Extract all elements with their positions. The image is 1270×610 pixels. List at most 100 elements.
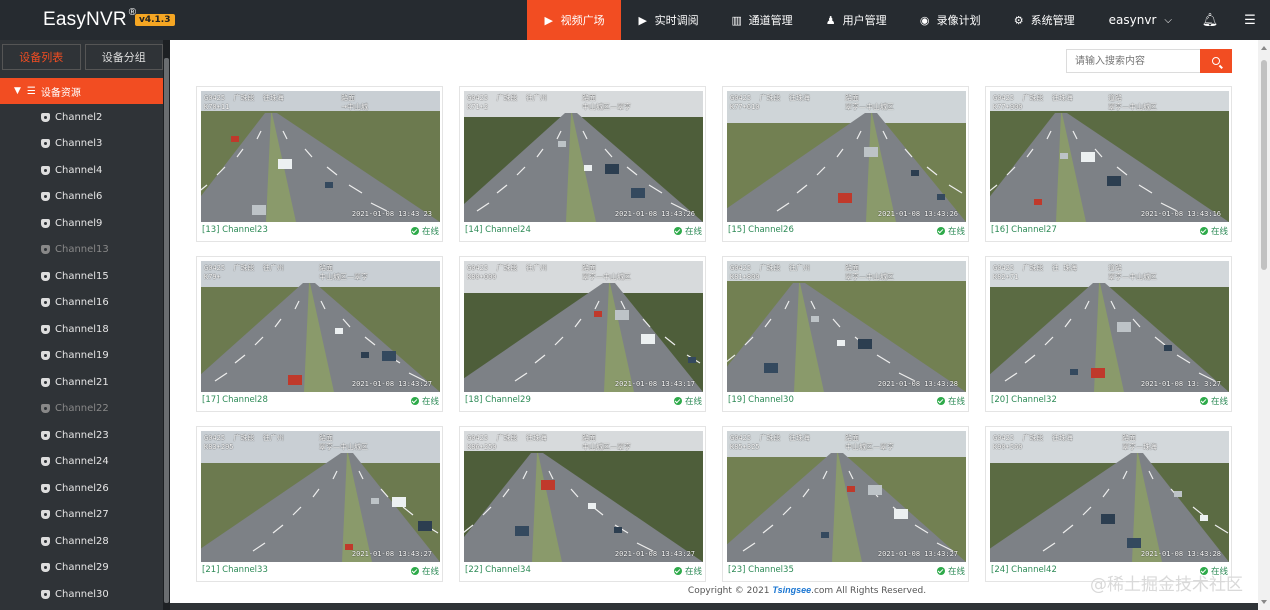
channel-card[interactable]: G0425 广珠段 往珠海 K77+610 路面 翠亨—中山城区 2021-01-0… [722,86,969,242]
channel-card[interactable]: G0425 广珠段 往珠海 K90+560 路面 翠亨—珠海 2021-01-08 … [985,426,1232,582]
nav-channel-mgmt[interactable]: ▥ 通道管理 [715,0,809,40]
video-thumbnail[interactable]: G0425 广珠段 往广州 K79+ 路面 中山城区—翠亨 2021-01-08 1… [201,261,440,392]
main-scrollbar[interactable] [1258,40,1270,610]
camera-id-overlay: G0425 广珠段 往珠海 K85+325 [730,434,810,451]
sidebar-channel-item[interactable]: Channel13 [0,237,163,264]
camera-icon [41,510,50,520]
footer: Copyright © 2021 Tsingsee.com All Rights… [607,585,1007,596]
video-thumbnail[interactable]: G0425 广珠段 往珠海 K85+325 路面 中山城区—翠亨 2021-01-0… [727,431,966,562]
copyright: Copyright © 2021 [687,586,770,596]
app-name: EasyNVR [43,9,127,30]
sidebar-channel-item[interactable]: Channel9 [0,210,163,237]
bell-icon[interactable]: 🔔︎ [1190,0,1230,40]
user-menu[interactable]: easynvr ⌵ [1091,0,1190,40]
channel-card[interactable]: G0425 广珠段 往广州 K80+000 路面 翠亨—中山城区 2021-01-0… [459,256,706,412]
channel-list: Channel2 Channel3 Channel4 Channel6 Channel9… [0,104,163,608]
sidebar-channel-item[interactable]: Channel18 [0,316,163,343]
status-label: 在线 [421,227,439,237]
nav-video-square[interactable]: ▶ 视频广场 [526,0,621,40]
scroll-up-icon[interactable] [1261,46,1267,50]
sidebar-channel-item[interactable]: Channel28 [0,528,163,555]
sidebar-channel-item[interactable]: Channel4 [0,157,163,184]
status-label: 在线 [1210,397,1228,407]
nav-record-plan[interactable]: ◉ 录像计划 [903,0,997,40]
camera-location-overlay: 路面 中山城区—翠亨 [845,434,894,451]
main-scrollbar-thumb[interactable] [1261,60,1267,270]
sidebar-scrollbar-thumb[interactable] [164,58,169,603]
channel-label: Channel28 [55,535,109,547]
card-footer: [17] Channel28 在线 [202,394,439,408]
sidebar-channel-item[interactable]: Channel15 [0,263,163,290]
tab-device-group[interactable]: 设备分组 [84,44,163,70]
card-footer: [18] Channel29 在线 [465,394,702,408]
nav-user-mgmt[interactable]: ♟ 用户管理 [809,0,903,40]
check-circle-icon [1199,397,1208,405]
check-circle-icon [410,227,419,235]
tree-root-device-resources[interactable]: ▼ ☰ 设备资源 [0,78,163,104]
sidebar-channel-item[interactable]: Channel16 [0,290,163,317]
camera-location-overlay: 路面 翠亨—中山城区 [319,434,368,451]
video-thumbnail[interactable]: G0425 广珠段 往广州 K71+2 路面 中山城区—翠亨 2021-01-08 … [464,91,703,222]
bottom-strip [170,603,1258,610]
status-badge: 在线 [936,565,965,577]
camera-location-overlay: 路面 翠亨—中山城区 [845,94,894,111]
video-thumbnail[interactable]: G0425 广珠段 往广州 K83+295 路面 翠亨—中山城区 2021-01-0… [201,431,440,562]
channel-card[interactable]: G0425 广珠段 往广州 K79+ 路面 中山城区—翠亨 2021-01-08 1… [196,256,443,412]
video-thumbnail[interactable]: G0425 广珠段 往珠海 K70+11 路面 →中山城 2021-01-08 13… [201,91,440,222]
app-logo[interactable]: EasyNVR ® [43,7,136,31]
camera-timestamp-overlay: 2021-01-08 13:43:27 [614,550,695,558]
nav-system-mgmt[interactable]: ⚙ 系统管理 [997,0,1091,40]
tab-device-list[interactable]: 设备列表 [2,44,81,70]
channel-name: [17] Channel28 [202,395,268,405]
check-circle-icon [673,567,682,575]
search-button[interactable] [1200,49,1232,73]
scroll-down-icon[interactable] [1261,600,1267,604]
sidebar-channel-item[interactable]: Channel26 [0,475,163,502]
sidebar-channel-item[interactable]: Channel6 [0,184,163,211]
main-nav: ▶ 视频广场 ▶ 实时调阅 ▥ 通道管理 ♟ 用户管理 ◉ 录像计划 ⚙ 系统管理 easy… [526,0,1270,40]
channel-card[interactable]: G0425 广珠段 往珠海 K77+900 道路 翠亨—中山城区 2021-01-0… [985,86,1232,242]
camera-id-overlay: G0425 广珠段 往广州 K79+ [204,264,284,281]
card-footer: [23] Channel35 在线 [728,564,965,578]
camera-icon [41,218,50,228]
version-badge: v4.1.3 [135,14,175,26]
sidebar-channel-item[interactable]: Channel21 [0,369,163,396]
video-thumbnail[interactable]: G0425 广珠段 往珠海 K77+900 道路 翠亨—中山城区 2021-01-0… [990,91,1229,222]
channel-label: Channel15 [55,270,109,282]
channel-card[interactable]: G0425 广珠段 往珠海 K85+325 路面 中山城区—翠亨 2021-01-0… [722,426,969,582]
status-label: 在线 [421,397,439,407]
status-badge: 在线 [410,395,439,407]
sidebar-channel-item[interactable]: Channel29 [0,555,163,582]
card-footer: [20] Channel32 在线 [991,394,1228,408]
sidebar-channel-item[interactable]: Channel23 [0,422,163,449]
sidebar-channel-item[interactable]: Channel27 [0,502,163,529]
columns-icon: ▥ [731,13,742,27]
check-circle-icon [936,227,945,235]
hamburger-icon[interactable]: ☰ [1230,0,1270,40]
channel-card[interactable]: G0425 广珠段 往 珠海 K82+71 道路 翠亨—中山城区 2021-01-0… [985,256,1232,412]
video-thumbnail[interactable]: G0425 广珠段 往广州 K81+800 路面 翠亨—中山城区 2021-01-0… [727,261,966,392]
channel-card[interactable]: G0425 广珠段 往广州 K71+2 路面 中山城区—翠亨 2021-01-08 … [459,86,706,242]
sidebar-channel-item[interactable]: Channel24 [0,449,163,476]
sidebar-channel-item[interactable]: Channel2 [0,104,163,131]
channel-card[interactable]: G0425 广珠段 往广州 K81+800 路面 翠亨—中山城区 2021-01-0… [722,256,969,412]
nav-live-view[interactable]: ▶ 实时调阅 [621,0,715,40]
sidebar-channel-item[interactable]: Channel22 [0,396,163,423]
video-thumbnail[interactable]: G0425 广珠段 往 珠海 K82+71 道路 翠亨—中山城区 2021-01-0… [990,261,1229,392]
caret-down-icon: ▼ [14,86,21,96]
sidebar-channel-item[interactable]: Channel3 [0,131,163,158]
video-thumbnail[interactable]: G0425 广珠段 往广州 K80+000 路面 翠亨—中山城区 2021-01-0… [464,261,703,392]
camera-icon [41,589,50,599]
company-logo[interactable]: Tsingsee [772,585,811,595]
camera-icon [41,404,50,414]
sidebar-channel-item[interactable]: Channel30 [0,581,163,608]
channel-card[interactable]: G0425 广珠段 往珠海 K86+250 路面 中山城区—翠亨 2021-01-0… [459,426,706,582]
sidebar-channel-item[interactable]: Channel19 [0,343,163,370]
video-thumbnail[interactable]: G0425 广珠段 往珠海 K90+560 路面 翠亨—珠海 2021-01-08 … [990,431,1229,562]
channel-card[interactable]: G0425 广珠段 往珠海 K70+11 路面 →中山城 2021-01-08 13… [196,86,443,242]
camera-timestamp-overlay: 2021-01-08 13:43:27 [351,550,432,558]
channel-card[interactable]: G0425 广珠段 往广州 K83+295 路面 翠亨—中山城区 2021-01-0… [196,426,443,582]
video-thumbnail[interactable]: G0425 广珠段 往珠海 K77+610 路面 翠亨—中山城区 2021-01-0… [727,91,966,222]
check-circle-icon [936,567,945,575]
video-thumbnail[interactable]: G0425 广珠段 往珠海 K86+250 路面 中山城区—翠亨 2021-01-0… [464,431,703,562]
